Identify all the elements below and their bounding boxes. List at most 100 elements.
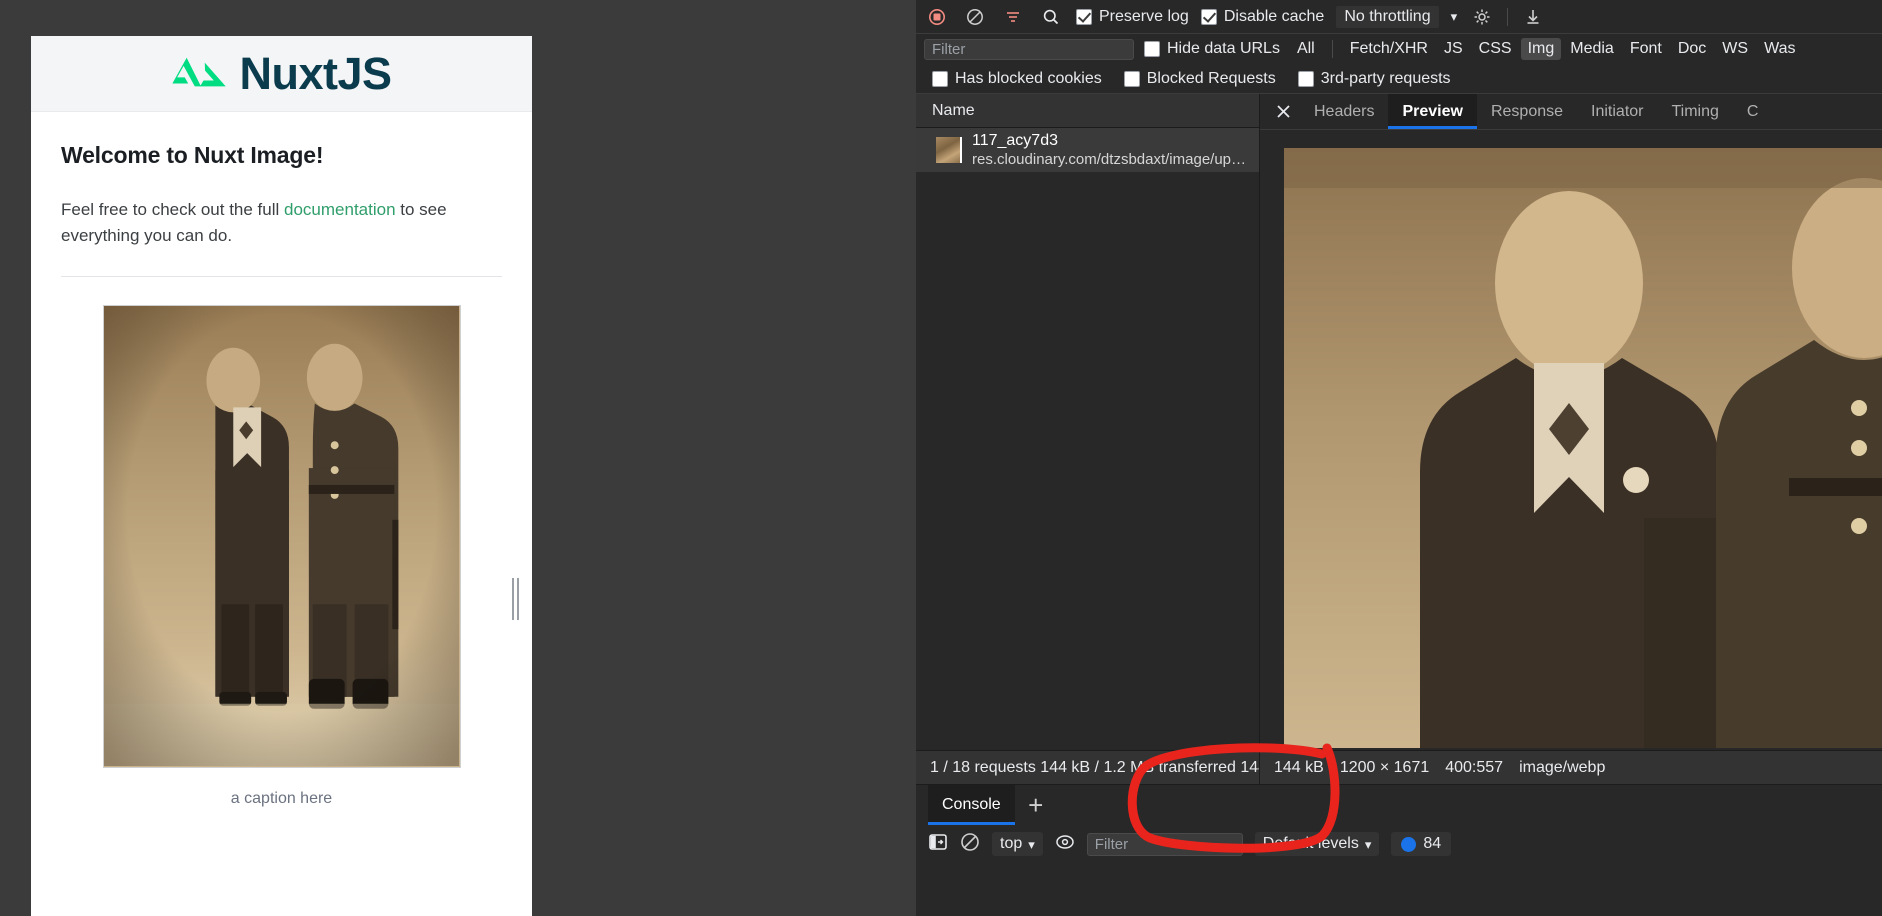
console-drawer: Console + top ▾ Default l: [916, 784, 1882, 908]
console-sidebar-icon[interactable]: [928, 832, 948, 857]
request-url: res.cloudinary.com/dtzsbdaxt/image/up…: [972, 151, 1247, 168]
devtools-panel: Preserve log Disable cache No throttling…: [916, 0, 1882, 916]
console-levels-select[interactable]: Default levels ▾: [1254, 832, 1380, 856]
request-name: 117_acy7d3: [972, 132, 1058, 149]
console-context-value: top: [1000, 835, 1023, 852]
hide-data-urls-label: Hide data URLs: [1167, 40, 1280, 57]
clear-console-icon[interactable]: [960, 832, 980, 857]
type-filter-img[interactable]: Img: [1520, 38, 1562, 60]
preserve-log-box: [1076, 8, 1092, 25]
tab-headers[interactable]: Headers: [1300, 94, 1388, 129]
nuxt-triangle-logo-icon: [172, 57, 227, 86]
hide-data-urls-box: [1144, 41, 1160, 57]
type-filter-divider: [1331, 40, 1333, 58]
has-blocked-cookies-label: Has blocked cookies: [955, 69, 1102, 87]
tab-response[interactable]: Response: [1477, 94, 1577, 129]
disable-cache-checkbox[interactable]: Disable cache: [1200, 7, 1325, 26]
image-caption: a caption here: [230, 789, 333, 807]
tab-timing[interactable]: Timing: [1657, 94, 1732, 129]
preview-status-bar: 144 kB 1200 × 1671 400:557 image/webp: [1260, 750, 1882, 784]
filter-icon[interactable]: [1000, 4, 1026, 30]
request-column-header[interactable]: Name: [916, 94, 1259, 128]
image-mime-type: image/webp: [1519, 758, 1606, 776]
image-aspect-ratio: 400:557: [1445, 758, 1504, 776]
tab-initiator[interactable]: Initiator: [1577, 94, 1657, 129]
console-message-count: 84: [1423, 835, 1442, 852]
type-filter-wasm[interactable]: Was: [1757, 38, 1802, 60]
tab-cookies[interactable]: C: [1733, 94, 1773, 129]
plus-icon[interactable]: +: [1015, 785, 1057, 825]
has-blocked-cookies-box: [932, 70, 948, 87]
import-har-icon[interactable]: [1520, 4, 1546, 30]
toolbar-divider: [1507, 7, 1509, 26]
type-filter-ws[interactable]: WS: [1715, 38, 1755, 60]
network-filter-bar: Hide data URLs All Fetch/XHR JS CSS Img …: [916, 34, 1882, 64]
disable-cache-box: [1200, 8, 1217, 25]
resource-size: 144 kB: [1274, 758, 1324, 776]
image-dimensions: 1200 × 1671: [1339, 758, 1430, 776]
type-filter-list: Fetch/XHR JS CSS Img Media Font Doc WS W…: [1343, 38, 1803, 60]
devtools-resize-handle[interactable]: [510, 578, 520, 620]
console-toolbar: top ▾ Default levels ▾ 84: [916, 825, 1882, 863]
tab-console[interactable]: Console: [928, 785, 1015, 825]
throttling-caret-icon[interactable]: ▾: [1451, 10, 1458, 23]
console-levels-caret-icon: ▾: [1364, 836, 1372, 852]
intro-text-before: Feel free to check out the full: [61, 200, 285, 219]
request-rows: 117_acy7d3 res.cloudinary.com/dtzsbdaxt/…: [916, 128, 1259, 750]
type-filter-doc[interactable]: Doc: [1671, 38, 1713, 60]
viewport-empty-gutter: [532, 0, 916, 916]
preserve-log-checkbox[interactable]: Preserve log: [1076, 8, 1189, 26]
page-body: Welcome to Nuxt Image! Feel free to chec…: [31, 112, 532, 808]
console-message-count-badge[interactable]: 84: [1391, 832, 1452, 856]
type-filter-font[interactable]: Font: [1623, 38, 1669, 60]
network-split: Name 117_acy7d3 res.cloudinary.com/dtzsb…: [916, 94, 1882, 784]
network-filter-bar-2: Has blocked cookies Blocked Requests 3rd…: [916, 64, 1882, 94]
live-expression-icon[interactable]: [1055, 832, 1075, 857]
tab-preview[interactable]: Preview: [1388, 94, 1478, 129]
type-filter-all[interactable]: All: [1290, 38, 1322, 60]
third-party-requests-checkbox[interactable]: 3rd-party requests: [1297, 69, 1451, 88]
throttling-value: No throttling: [1344, 7, 1431, 25]
preview-sepia-photo: [1284, 148, 1882, 748]
search-icon[interactable]: [1038, 4, 1064, 30]
table-row[interactable]: 117_acy7d3 res.cloudinary.com/dtzsbdaxt/…: [916, 128, 1259, 172]
nuxt-logo: NuxtJS: [171, 48, 392, 99]
network-filter-input[interactable]: [924, 38, 1134, 60]
network-summary-status: 1 / 18 requests 144 kB / 1.2 MB transfer…: [916, 750, 1259, 784]
blocked-requests-checkbox[interactable]: Blocked Requests: [1123, 69, 1276, 88]
gear-icon[interactable]: [1469, 4, 1495, 30]
close-icon[interactable]: [1266, 94, 1300, 129]
disable-cache-label: Disable cache: [1223, 7, 1325, 25]
console-filter-input[interactable]: [1086, 832, 1243, 856]
image-thumbnail-icon: [936, 137, 962, 163]
third-party-requests-box: [1297, 70, 1314, 87]
documentation-link[interactable]: documentation: [284, 200, 396, 219]
type-filter-fetch-xhr[interactable]: Fetch/XHR: [1343, 38, 1435, 60]
page-header: NuxtJS: [31, 36, 532, 112]
has-blocked-cookies-checkbox[interactable]: Has blocked cookies: [932, 70, 1102, 88]
type-filter-css[interactable]: CSS: [1472, 38, 1519, 60]
detail-tabs: Headers Preview Response Initiator Timin…: [1260, 94, 1882, 130]
info-dot-icon: [1401, 836, 1417, 852]
blocked-requests-label: Blocked Requests: [1146, 69, 1276, 87]
network-toolbar: Preserve log Disable cache No throttling…: [916, 0, 1882, 34]
console-context-select[interactable]: top ▾: [992, 832, 1043, 856]
record-stop-icon[interactable]: [924, 4, 950, 30]
hide-data-urls-checkbox[interactable]: Hide data URLs: [1144, 40, 1280, 58]
type-filter-js[interactable]: JS: [1437, 38, 1470, 60]
preview-body: [1260, 130, 1882, 750]
drawer-tabs: Console +: [916, 785, 1882, 825]
preserve-log-label: Preserve log: [1099, 7, 1189, 25]
preview-image: [1284, 148, 1882, 748]
third-party-requests-label: 3rd-party requests: [1320, 69, 1451, 87]
clear-network-log-icon[interactable]: [962, 4, 988, 30]
request-texts: 117_acy7d3 res.cloudinary.com/dtzsbdaxt/…: [972, 132, 1246, 168]
nuxt-wordmark: NuxtJS: [239, 48, 392, 99]
request-detail-panel: Headers Preview Response Initiator Timin…: [1260, 94, 1882, 784]
throttling-select[interactable]: No throttling: [1336, 5, 1439, 28]
nuxt-page: NuxtJS Welcome to Nuxt Image! Feel free …: [31, 36, 532, 916]
page-intro-paragraph: Feel free to check out the full document…: [61, 197, 502, 250]
type-filter-media[interactable]: Media: [1563, 38, 1621, 60]
console-context-caret-icon: ▾: [1028, 836, 1035, 852]
request-list-panel: Name 117_acy7d3 res.cloudinary.com/dtzsb…: [916, 94, 1260, 784]
